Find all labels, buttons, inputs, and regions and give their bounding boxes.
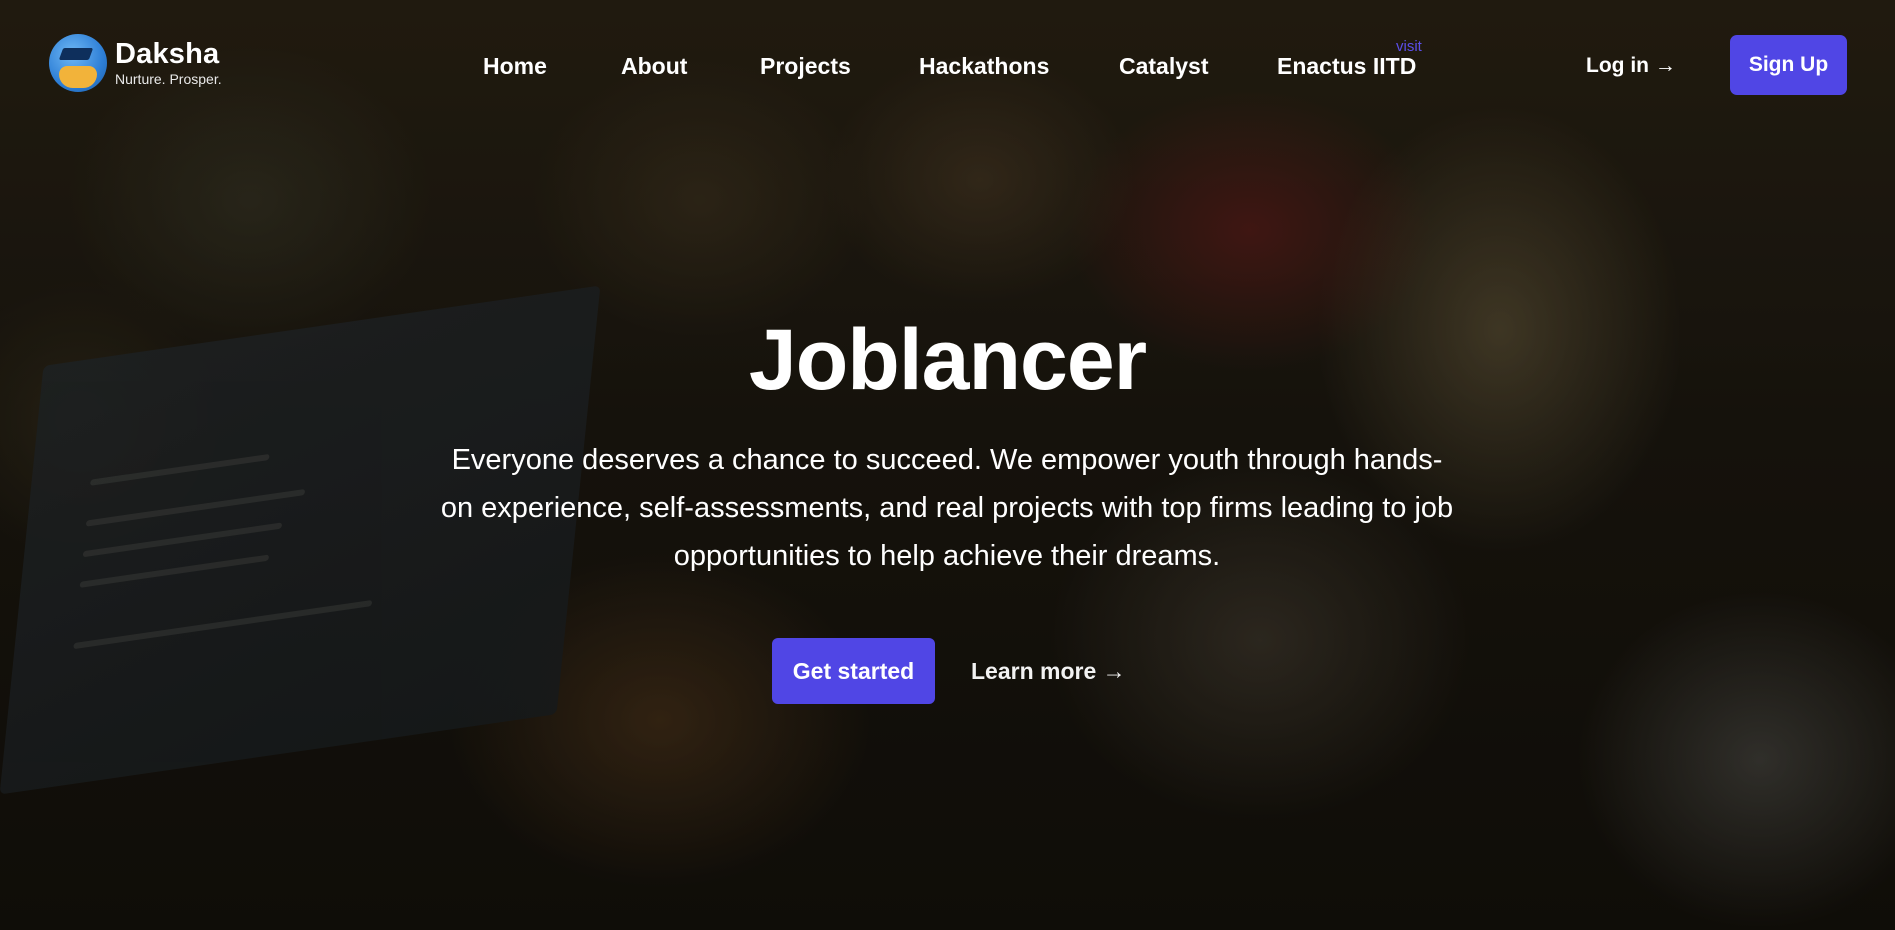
nav-home-link[interactable]: Home: [483, 50, 547, 82]
learn-more-link[interactable]: Learn more →: [971, 658, 1126, 685]
nav-about-link[interactable]: About: [621, 50, 687, 82]
login-link[interactable]: Log in →: [1586, 50, 1676, 82]
get-started-button[interactable]: Get started: [772, 638, 935, 704]
visit-badge: visit: [1396, 38, 1422, 55]
signup-button[interactable]: Sign Up: [1730, 35, 1847, 95]
brand-tagline: Nurture. Prosper.: [115, 71, 222, 87]
top-navigation: Daksha Nurture. Prosper. Home About Proj…: [0, 0, 1895, 130]
nav-projects-link[interactable]: Projects: [760, 50, 851, 82]
graduation-cap-globe-icon: [49, 34, 107, 92]
brand-text: Daksha Nurture. Prosper.: [115, 38, 222, 88]
hero-title: Joblancer: [748, 312, 1147, 408]
brand-name: Daksha: [115, 38, 220, 70]
hero-section: Daksha Nurture. Prosper. Home About Proj…: [0, 0, 1895, 930]
hero-description: Everyone deserves a chance to succeed. W…: [440, 444, 1454, 572]
nav-catalyst-link[interactable]: Catalyst: [1119, 50, 1208, 82]
brand-logo-link[interactable]: Daksha Nurture. Prosper.: [49, 34, 222, 92]
nav-hackathons-link[interactable]: Hackathons: [919, 50, 1049, 82]
cta-row: Get started Learn more →: [772, 638, 1126, 704]
